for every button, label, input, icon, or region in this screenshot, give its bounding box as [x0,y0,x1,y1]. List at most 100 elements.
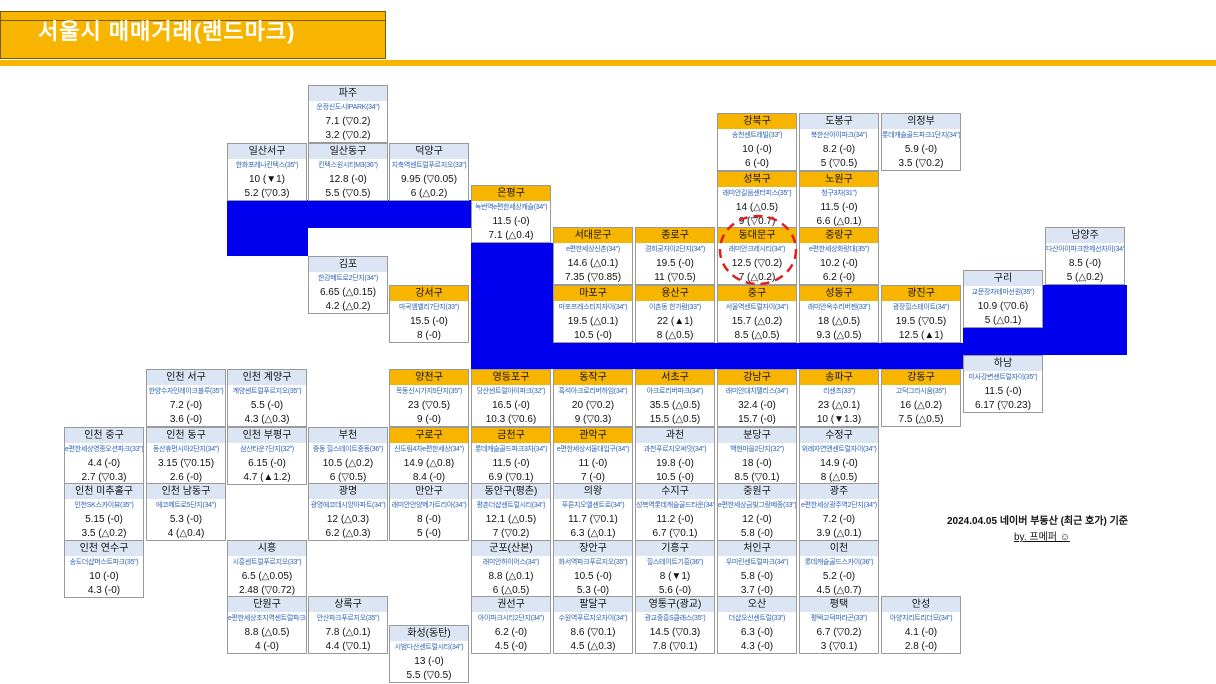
region-cell: 김포 한강메트로2단지(34") 6.65 (△0.15) 4.2 (△0.2) [308,256,388,314]
region-cell: 서초구 아크로리버파크(34") 35.5 (△0.5) 15.5 (△0.5) [635,369,715,427]
sale-price: 8.8 (△0.1) [488,571,534,582]
region-cell: 동작구 흑석아크로리버하임(34") 20 (▽0.2) 9 (▽0.3) [553,369,633,427]
jeonse-price: 4.2 (△0.2) [325,301,371,312]
complex-name: 백현마을2단지(32") [730,446,784,453]
region-name: 성북구 [718,172,796,187]
region-name: 서대문구 [554,228,632,243]
sale-price: 19.5 (-0) [656,258,694,269]
jeonse-price: 15.7 (-0) [738,414,776,425]
sale-price: 5.15 (-0) [85,514,123,525]
jeonse-price: 4.5 (-0) [494,641,528,652]
jeonse-price: 6.17 (▽0.23) [974,400,1032,411]
author-link[interactable]: by. 프메퍼 ☺ [1014,528,1070,543]
sale-price: 12.1 (△0.5) [485,514,537,525]
complex-name: 아이파크시티2단지(34") [477,615,545,622]
complex-name: 위례자연앤센트럴자이(34") [801,446,877,453]
region-name: 처인구 [718,541,796,556]
jeonse-price: 5.5 (▽0.5) [325,188,371,199]
jeonse-price: 9 (▽0.3) [574,414,612,425]
jeonse-price: 6.2 (-0) [822,272,856,283]
route-band-segment [553,343,963,369]
jeonse-price: 12.5 (▲1) [898,330,944,341]
sale-price: 12.8 (-0) [329,174,367,185]
region-name: 인천 동구 [147,428,225,443]
region-cell: 노원구 청구3차(31") 11.5 (-0) 6.6 (△0.1) [799,171,879,229]
complex-name: 더샵오산센트럴(33") [728,615,786,622]
complex-name: 푸른지오엘센트로(34") [561,502,625,509]
region-name: 구로구 [390,428,468,443]
sale-price: 6.15 (-0) [248,458,286,469]
sale-price: 7.2 (-0) [169,400,203,411]
sale-price: 8 (-0) [417,514,441,525]
complex-name: 동산휴먼시아2단지(34") [152,446,220,453]
jeonse-price: 4 (△0.4) [167,528,205,539]
region-name: 서초구 [636,370,714,385]
sale-price: 6.2 (-0) [494,627,528,638]
sale-price: 14.5 (▽0.3) [649,627,701,638]
complex-name: 당산센트럴아이파크(32") [476,388,546,395]
sale-price: 12 (-0) [742,514,772,525]
region-name: 하남 [964,356,1042,371]
region-name: 중랑구 [800,228,878,243]
complex-name: 경희궁자이2단지(34") [644,246,705,253]
header-underline [0,60,1216,66]
complex-name: 한강메트로2단지(34") [317,275,378,282]
region-cell: 강동구 고덕그라시움(35") 16 (△0.2) 7.5 (△0.5) [881,369,961,427]
region-name: 군포(산본) [472,541,550,556]
region-name: 이천 [800,541,878,556]
sale-price: 11.5 (-0) [820,202,858,213]
region-cell: 이천 롯데캐슬골드스카이(36") 5.2 (-0) 4.5 (△0.7) [799,540,879,598]
region-cell: 분당구 백현마을2단지(32") 18 (-0) 8.5 (▽0.1) [717,427,797,485]
complex-name: 평택고덕파라곤(33") [810,615,868,622]
jeonse-price: 4 (-0) [255,641,279,652]
sale-price: 7.2 (-0) [822,514,856,525]
sale-price: 11.5 (-0) [492,216,530,227]
sale-price: 8 (▼1) [659,571,691,582]
complex-name: 다산아이파크한제선자이(34") [1046,246,1124,253]
complex-name: 마곡엠밸리7단지(33") [398,304,459,311]
sale-price: 5.9 (-0) [904,144,938,155]
region-name: 팔달구 [554,597,632,612]
region-name: 상록구 [309,597,387,612]
region-cell: 광명 광명에코데시앙아파트(34") 12 (△0.3) 6.2 (△0.3) [308,483,388,541]
region-name: 영통구(광교) [636,597,714,612]
region-name: 부천 [309,428,387,443]
complex-name: 안산파크푸르지오(35") [316,615,380,622]
region-cell: 인천 동구 동산휴먼시아2단지(34") 3.15 (▽0.15) 2.6 (-0) [146,427,226,485]
region-cell: 용산구 이촌동 한가람(33") 22 (▲1) 8 (△0.5) [635,285,715,343]
sale-price: 35.5 (△0.5) [649,400,701,411]
complex-name: 운정신도시IPARK(34") [316,104,380,111]
region-name: 강서구 [390,286,468,301]
sale-price: 23 (▽0.5) [407,400,451,411]
region-cell: 강남구 래미안대치팰리스(34") 32.4 (-0) 15.7 (-0) [717,369,797,427]
sale-price: 5.5 (-0) [250,400,284,411]
sale-price: 6.65 (△0.15) [319,287,377,298]
complex-name: 송천센트레빌(33") [731,132,783,139]
jeonse-price: 6 (-0) [745,158,769,169]
region-cell: 상록구 안산파크푸르지오(35") 7.8 (△0.1) 4.4 (▽0.1) [308,596,388,654]
complex-name: 과천푸르지오써밋(34") [643,446,707,453]
jeonse-price: 6.2 (△0.3) [325,528,371,539]
jeonse-price: 4.3 (-0) [87,585,121,596]
region-name: 권선구 [472,597,550,612]
region-name: 마포구 [554,286,632,301]
complex-name: 교문장자테마선원(35") [971,289,1035,296]
sale-price: 10 (-0) [89,571,119,582]
complex-name: 청구3차(31") [821,190,857,197]
jeonse-price: 5 (△0.1) [984,315,1022,326]
region-name: 광명 [309,484,387,499]
region-name: 동작구 [554,370,632,385]
region-name: 평택 [800,597,878,612]
complex-name: 목동신시가지5단지(35") [395,388,463,395]
jeonse-price: 6 (△0.2) [410,188,448,199]
complex-name: 인천SK스카이뷰(35") [74,502,134,509]
highlight-circle-annotation [718,214,798,286]
region-cell: 처인구 우미린센트럴파크(34") 5.8 (-0) 3.7 (-0) [717,540,797,598]
jeonse-price: 11 (▽0.5) [654,272,696,283]
region-cell: 인천 계양구 계양센트럴푸르지오(35") 5.5 (-0) 4.3 (△0.3) [227,369,307,427]
region-name: 은평구 [472,186,550,201]
sale-price: 8.6 (▽0.1) [570,627,616,638]
jeonse-price: 10.3 (▽0.6) [485,414,537,425]
region-cell: 안성 아양지리트리더모(34") 4.1 (-0) 2.8 (-0) [881,596,961,654]
jeonse-price: 7.35 (▽0.85) [564,272,622,283]
